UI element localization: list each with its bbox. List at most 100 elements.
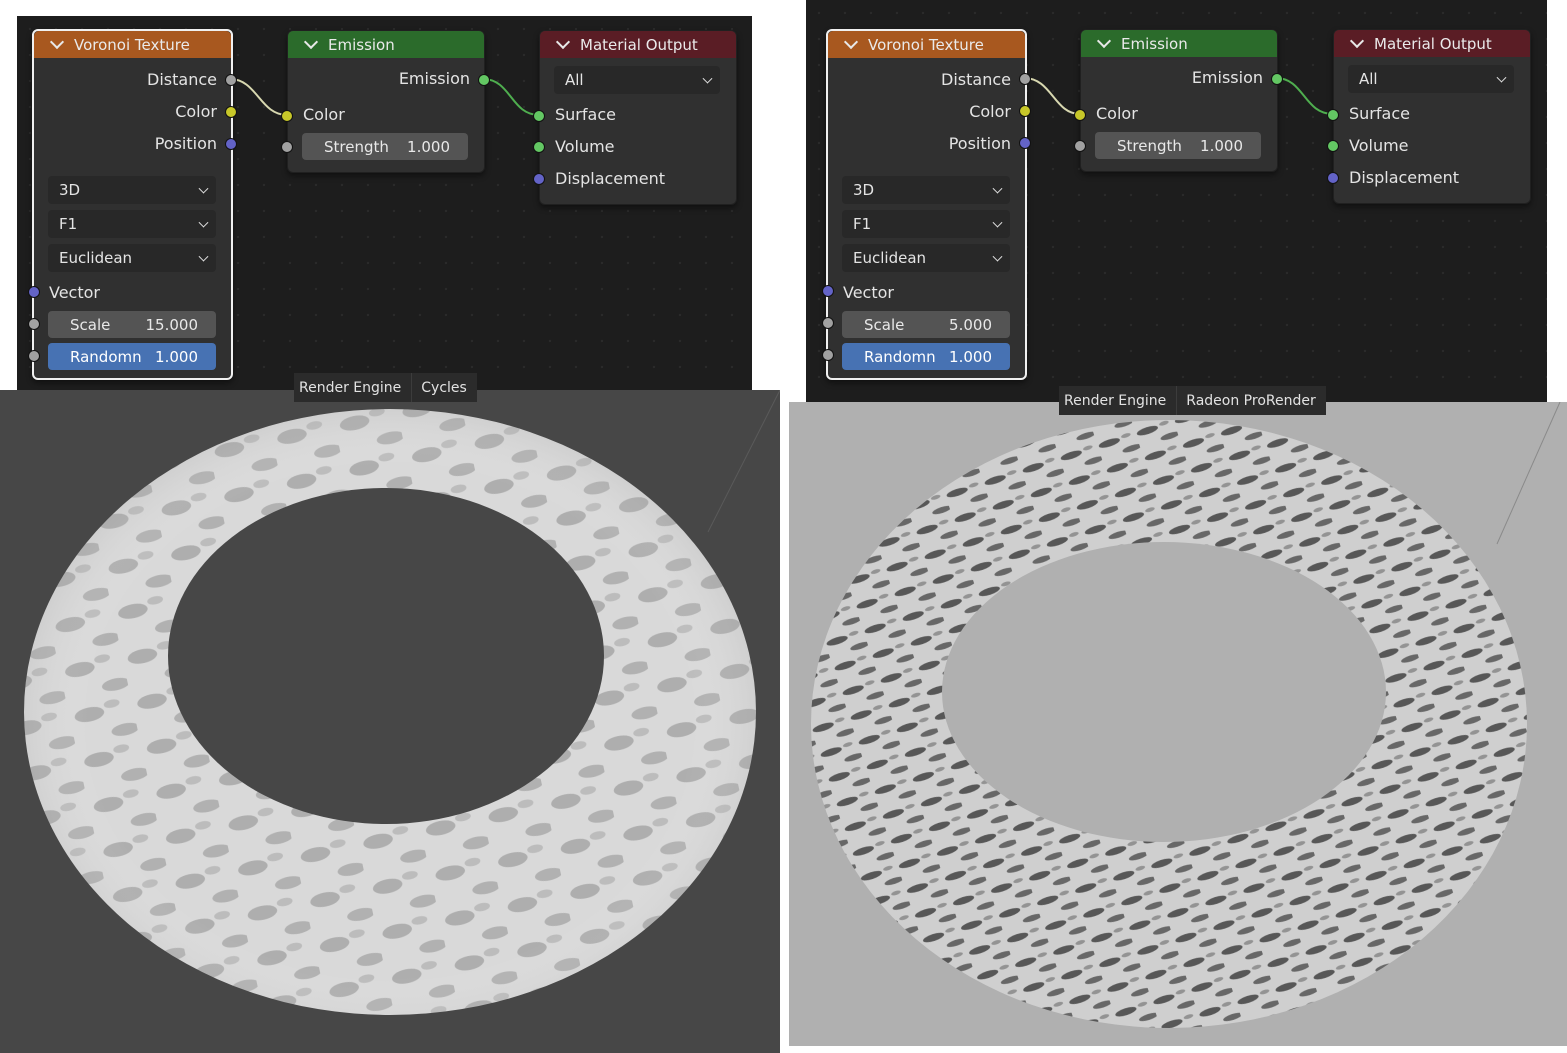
strength-label: Strength	[1117, 136, 1182, 155]
strength-field[interactable]: Strength 1.000	[302, 133, 468, 160]
emission-node[interactable]: Emission Emission Color Strength 1.000	[1080, 29, 1278, 172]
scale-field[interactable]: Scale 15.000	[48, 311, 216, 338]
render-viewport-left[interactable]	[0, 390, 780, 1053]
output-position-label: Position	[154, 134, 217, 153]
volume-input-socket[interactable]	[533, 141, 545, 153]
voronoi-texture-node[interactable]: Voronoi Texture Distance Color Position …	[32, 29, 233, 380]
voronoi-texture-node[interactable]: Voronoi Texture Distance Color Position …	[826, 29, 1027, 380]
output-target-dropdown[interactable]: All	[1348, 65, 1514, 93]
emission-node[interactable]: Emission Emission Color Strength 1.000	[287, 30, 485, 173]
material-output-header[interactable]: Material Output	[540, 31, 736, 58]
metric-dropdown[interactable]: Euclidean	[48, 244, 216, 272]
position-output-socket[interactable]	[225, 138, 237, 150]
volume-label: Volume	[555, 137, 615, 156]
strength-input-socket[interactable]	[1074, 140, 1086, 152]
feature-value: F1	[59, 215, 78, 233]
emission-color-input-socket[interactable]	[281, 110, 293, 122]
emission-output-socket[interactable]	[478, 74, 490, 86]
output-distance-label: Distance	[941, 70, 1011, 89]
emission-node-header[interactable]: Emission	[1081, 30, 1277, 57]
surface-label: Surface	[1349, 104, 1410, 123]
node-editor-left[interactable]: Voronoi Texture Distance Color Position …	[17, 16, 752, 390]
distance-output-socket[interactable]	[1019, 73, 1031, 85]
emission-node-title: Emission	[328, 35, 395, 54]
displacement-input-socket[interactable]	[1327, 172, 1339, 184]
chevron-down-icon	[198, 251, 209, 262]
metric-dropdown[interactable]: Euclidean	[842, 244, 1010, 272]
randomness-value: 1.000	[949, 347, 992, 366]
randomness-input-socket[interactable]	[28, 350, 40, 362]
scale-input-socket[interactable]	[822, 317, 834, 329]
strength-value: 1.000	[1200, 136, 1243, 155]
emission-output-label: Emission	[398, 69, 470, 88]
link-emission-to-surface	[482, 78, 540, 116]
volume-input-socket[interactable]	[1327, 140, 1339, 152]
render-engine-bar-right[interactable]: Render Engine Radeon ProRender	[1059, 386, 1326, 415]
render-engine-value[interactable]: Radeon ProRender	[1176, 386, 1325, 415]
emission-color-input-socket[interactable]	[1074, 109, 1086, 121]
randomness-input-socket[interactable]	[822, 349, 834, 361]
emission-output-socket[interactable]	[1271, 73, 1283, 85]
output-target-value: All	[1359, 70, 1378, 88]
displacement-label: Displacement	[1349, 168, 1459, 187]
position-output-socket[interactable]	[1019, 137, 1031, 149]
dimensions-dropdown[interactable]: 3D	[48, 176, 216, 204]
material-output-node[interactable]: Material Output All Surface Volume Displ…	[539, 30, 737, 205]
metric-value: Euclidean	[59, 249, 133, 267]
scale-input-socket[interactable]	[28, 318, 40, 330]
output-color-label: Color	[969, 102, 1011, 121]
vector-input-socket[interactable]	[28, 286, 40, 298]
voronoi-node-title: Voronoi Texture	[868, 35, 984, 54]
distance-output-socket[interactable]	[225, 74, 237, 86]
color-output-socket[interactable]	[225, 106, 237, 118]
input-vector-label: Vector	[49, 283, 100, 302]
link-distance-to-color	[1023, 77, 1081, 115]
emission-color-label: Color	[303, 105, 345, 124]
metric-value: Euclidean	[853, 249, 927, 267]
output-target-value: All	[565, 71, 584, 89]
color-output-socket[interactable]	[1019, 105, 1031, 117]
feature-dropdown[interactable]: F1	[48, 210, 216, 238]
scale-field[interactable]: Scale 5.000	[842, 311, 1010, 338]
input-vector-label: Vector	[843, 283, 894, 302]
displacement-input-socket[interactable]	[533, 173, 545, 185]
render-engine-value[interactable]: Cycles	[411, 373, 477, 402]
chevron-down-icon	[198, 183, 209, 194]
surface-input-socket[interactable]	[533, 110, 545, 122]
dimensions-dropdown[interactable]: 3D	[842, 176, 1010, 204]
scale-value: 5.000	[949, 315, 992, 334]
render-engine-bar-left[interactable]: Render Engine Cycles	[294, 373, 477, 402]
voronoi-node-header[interactable]: Voronoi Texture	[828, 31, 1025, 58]
collapse-chevron-icon[interactable]	[843, 34, 859, 50]
displacement-label: Displacement	[555, 169, 665, 188]
collapse-chevron-icon[interactable]	[303, 34, 319, 50]
material-output-header[interactable]: Material Output	[1334, 30, 1530, 57]
collapse-chevron-icon[interactable]	[49, 34, 65, 50]
output-distance-label: Distance	[147, 70, 217, 89]
emission-node-header[interactable]: Emission	[288, 31, 484, 58]
output-target-dropdown[interactable]: All	[554, 66, 720, 94]
vector-input-socket[interactable]	[822, 285, 834, 297]
randomness-field[interactable]: Randomn 1.000	[842, 343, 1010, 370]
output-color-label: Color	[175, 102, 217, 121]
render-viewport-right[interactable]	[789, 402, 1567, 1046]
material-output-node[interactable]: Material Output All Surface Volume Displ…	[1333, 29, 1531, 204]
voronoi-node-header[interactable]: Voronoi Texture	[34, 31, 231, 58]
torus-render	[0, 390, 780, 1053]
strength-field[interactable]: Strength 1.000	[1095, 132, 1261, 159]
node-editor-right[interactable]: Voronoi Texture Distance Color Position …	[806, 0, 1547, 402]
volume-label: Volume	[1349, 136, 1409, 155]
collapse-chevron-icon[interactable]	[1096, 33, 1112, 49]
surface-input-socket[interactable]	[1327, 109, 1339, 121]
emission-output-label: Emission	[1191, 68, 1263, 87]
randomness-field[interactable]: Randomn 1.000	[48, 343, 216, 370]
emission-color-label: Color	[1096, 104, 1138, 123]
collapse-chevron-icon[interactable]	[555, 34, 571, 50]
strength-input-socket[interactable]	[281, 141, 293, 153]
strength-label: Strength	[324, 137, 389, 156]
collapse-chevron-icon[interactable]	[1349, 33, 1365, 49]
feature-dropdown[interactable]: F1	[842, 210, 1010, 238]
chevron-down-icon	[1496, 72, 1507, 83]
strength-value: 1.000	[407, 137, 450, 156]
randomness-value: 1.000	[155, 347, 198, 366]
